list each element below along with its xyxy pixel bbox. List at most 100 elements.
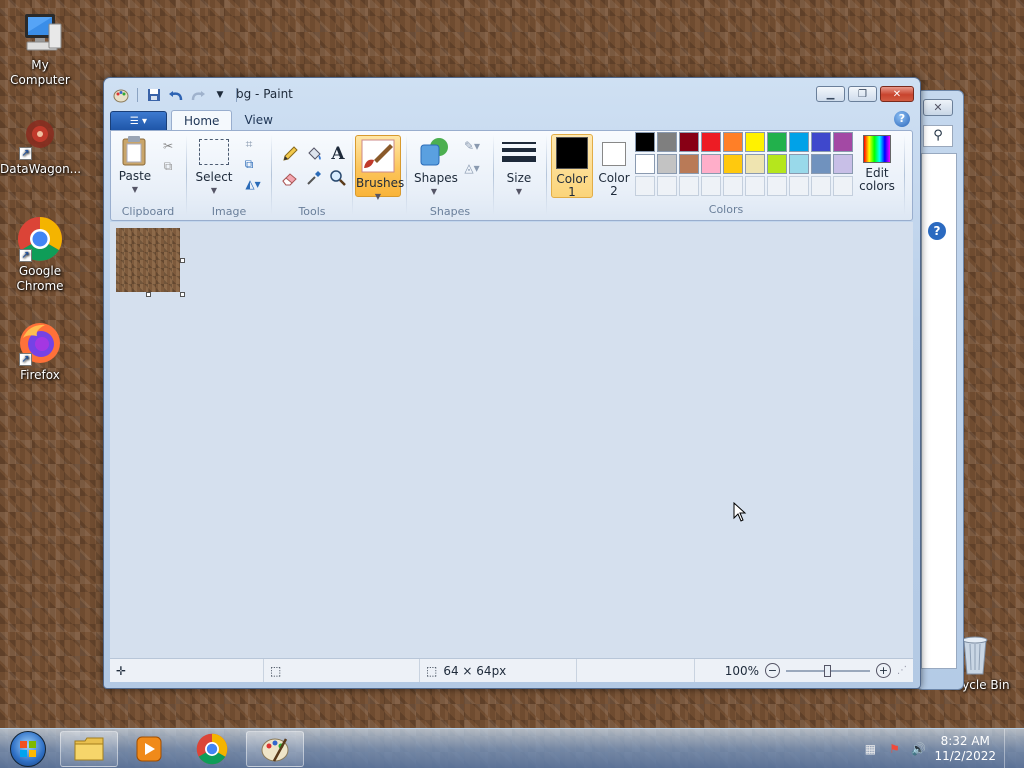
rotate-icon[interactable]: ◭▾ — [240, 175, 266, 193]
palette-swatch-empty[interactable] — [679, 176, 699, 196]
palette-swatch-empty[interactable] — [723, 176, 743, 196]
outline-icon[interactable]: ✎▾ — [458, 137, 486, 155]
resize-grip-icon[interactable]: ⋰ — [897, 665, 907, 676]
text-tool-icon[interactable]: A — [327, 143, 349, 165]
palette-swatch[interactable] — [789, 154, 809, 174]
zoom-in-button[interactable]: + — [876, 663, 891, 678]
undo-icon[interactable] — [167, 87, 185, 103]
paint-app-icon[interactable] — [112, 87, 130, 103]
customize-toolbar-chevron-icon[interactable]: ▼ — [211, 87, 229, 103]
palette-swatch[interactable] — [767, 154, 787, 174]
desktop-icon-my-computer[interactable]: My Computer — [0, 10, 80, 88]
edit-colors-button[interactable]: Edit colors — [855, 135, 899, 193]
fill-bucket-icon[interactable] — [303, 143, 325, 165]
resize-handle-right[interactable] — [180, 258, 185, 263]
redo-icon[interactable] — [189, 87, 207, 103]
cut-icon[interactable]: ✂ — [159, 137, 177, 155]
canvas-image[interactable] — [116, 228, 180, 292]
resize-handle-bottom[interactable] — [146, 292, 151, 297]
search-icon[interactable]: ⚲ — [923, 125, 953, 147]
taskbar-paint[interactable] — [246, 731, 304, 767]
tab-home[interactable]: Home — [171, 110, 233, 131]
palette-swatch[interactable] — [701, 132, 721, 152]
title-bar[interactable]: ▼ bg - Paint ▁ ❐ ✕ — [104, 78, 920, 108]
palette-swatch[interactable] — [811, 132, 831, 152]
group-separator — [904, 135, 905, 215]
color2-button[interactable]: Color 2 — [595, 134, 633, 198]
desktop-icon-datawagon[interactable]: ↗ DataWagon... — [0, 114, 81, 177]
group-separator — [406, 135, 407, 215]
palette-swatch[interactable] — [635, 132, 655, 152]
action-center-flag-icon[interactable]: ⚑ — [886, 741, 902, 757]
color1-button[interactable]: Color 1 — [551, 134, 593, 199]
select-button[interactable]: Select ▼ — [194, 135, 234, 197]
zoom-slider[interactable] — [786, 664, 870, 677]
file-size-cell — [577, 659, 695, 682]
show-desktop-button[interactable] — [1004, 729, 1014, 768]
palette-swatch[interactable] — [635, 154, 655, 174]
palette-swatch[interactable] — [701, 154, 721, 174]
help-icon[interactable]: ? — [928, 222, 946, 240]
volume-icon[interactable]: 🔊 — [910, 741, 926, 757]
desktop-icon-firefox[interactable]: ↗ Firefox — [0, 320, 80, 383]
close-button[interactable]: ✕ — [880, 86, 914, 102]
zoom-slider-thumb[interactable] — [824, 664, 831, 677]
brushes-button[interactable]: Brushes ▼ — [355, 135, 404, 201]
palette-swatch[interactable] — [657, 132, 677, 152]
taskbar-media-player[interactable] — [120, 731, 178, 767]
palette-swatch[interactable] — [811, 154, 831, 174]
start-button[interactable] — [2, 729, 54, 768]
maximize-button[interactable]: ❐ — [848, 86, 877, 102]
paste-button[interactable]: Paste ▼ — [117, 135, 153, 196]
eraser-icon[interactable] — [279, 167, 301, 189]
ribbon-tabs: ☰ ▾ Home View — [110, 109, 285, 131]
palette-swatch-empty[interactable] — [745, 176, 765, 196]
palette-swatch[interactable] — [833, 132, 853, 152]
desktop-icon-google-chrome[interactable]: ↗ Google Chrome — [0, 216, 80, 294]
size-button[interactable]: Size ▼ — [497, 135, 541, 198]
canvas-area[interactable] — [110, 222, 913, 658]
palette-swatch-empty[interactable] — [811, 176, 831, 196]
color-picker-icon[interactable] — [303, 167, 325, 189]
palette-swatch-empty[interactable] — [789, 176, 809, 196]
tab-view[interactable]: View — [232, 110, 284, 131]
save-icon[interactable] — [145, 87, 163, 103]
mouse-cursor-icon — [733, 502, 747, 522]
chrome-icon — [196, 733, 228, 765]
help-icon[interactable]: ? — [894, 111, 910, 127]
palette-swatch[interactable] — [767, 132, 787, 152]
shortcut-arrow-icon: ↗ — [19, 353, 32, 366]
palette-swatch[interactable] — [745, 132, 765, 152]
palette-swatch-empty[interactable] — [767, 176, 787, 196]
palette-swatch[interactable] — [723, 154, 743, 174]
clock[interactable]: 8:32 AM 11/2/2022 — [934, 734, 996, 764]
taskbar-google-chrome[interactable] — [183, 731, 241, 767]
palette-swatch[interactable] — [657, 154, 677, 174]
shapes-button[interactable]: Shapes ▼ — [414, 135, 458, 198]
resize-icon[interactable]: ⧉ — [240, 155, 258, 173]
palette-swatch-empty[interactable] — [635, 176, 655, 196]
background-window[interactable]: ✕ ⚲ ? — [916, 90, 964, 690]
taskbar-file-explorer[interactable] — [60, 731, 118, 767]
palette-swatch[interactable] — [723, 132, 743, 152]
pencil-icon[interactable] — [279, 143, 301, 165]
palette-swatch-empty[interactable] — [833, 176, 853, 196]
palette-swatch[interactable] — [789, 132, 809, 152]
palette-swatch-empty[interactable] — [701, 176, 721, 196]
minimize-button[interactable]: ▁ — [816, 86, 845, 102]
palette-swatch[interactable] — [679, 132, 699, 152]
paint-menu-button[interactable]: ☰ ▾ — [110, 111, 167, 131]
magnifier-icon[interactable] — [327, 167, 349, 189]
background-window-close-button[interactable]: ✕ — [923, 99, 953, 116]
copy-icon[interactable]: ⧉ — [159, 157, 177, 175]
palette-swatch-empty[interactable] — [657, 176, 677, 196]
resize-handle-corner[interactable] — [180, 292, 185, 297]
palette-swatch[interactable] — [745, 154, 765, 174]
window-title: bg - Paint — [236, 87, 293, 101]
crop-icon[interactable]: ⌗ — [240, 135, 258, 153]
zoom-out-button[interactable]: − — [765, 663, 780, 678]
palette-swatch[interactable] — [679, 154, 699, 174]
palette-swatch[interactable] — [833, 154, 853, 174]
fill-icon[interactable]: ◬▾ — [458, 159, 486, 177]
network-icon[interactable]: ▦ — [862, 741, 878, 757]
